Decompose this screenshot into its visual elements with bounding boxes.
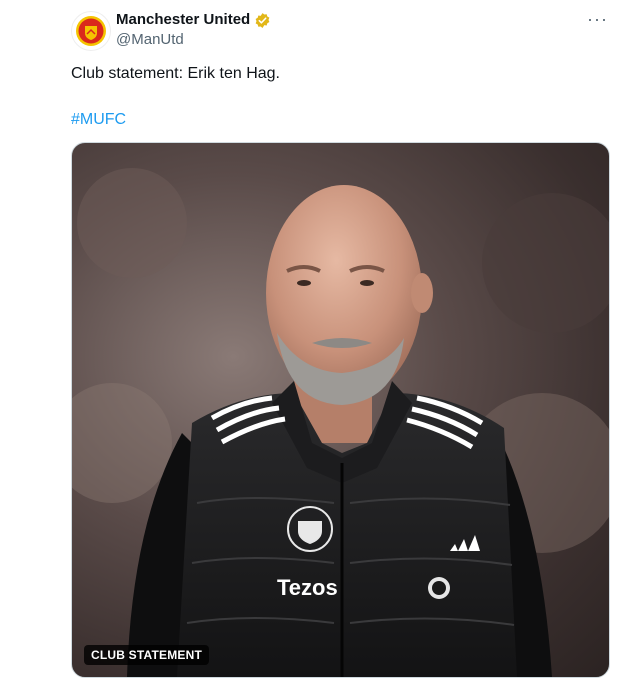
more-options-icon[interactable]: ··· [587, 10, 608, 28]
coach-photo-illustration: Tezos [72, 168, 609, 677]
club-statement-label: CLUB STATEMENT [84, 645, 210, 665]
author-handle[interactable]: @ManUtd [116, 30, 271, 50]
tweet-text: Club statement: Erik ten Hag. [71, 65, 280, 82]
verified-badge-icon [255, 12, 270, 28]
tweet-media-photo[interactable]: Tezos CLUB STATEMENT [71, 142, 610, 678]
club-crest-icon [76, 16, 106, 46]
hashtag-link[interactable]: #MUFC [71, 110, 126, 130]
sponsor-text: Tezos [277, 575, 338, 600]
author-name[interactable]: Manchester United [116, 10, 250, 30]
tweet-author: Manchester United @ManUtd [116, 10, 271, 50]
tweet-card: Manchester United @ManUtd ··· Club state… [0, 0, 640, 678]
avatar[interactable] [71, 11, 111, 51]
